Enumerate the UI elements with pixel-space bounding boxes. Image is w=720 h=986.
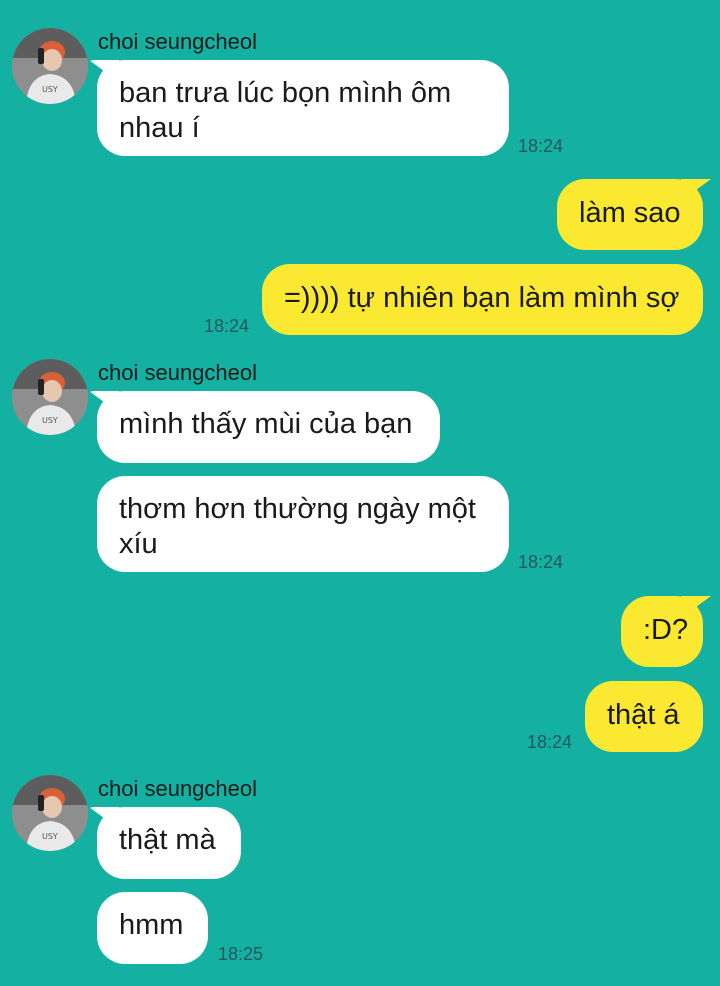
message-bubble-incoming[interactable]: ban trưa lúc bọn mình ôm nhau í xyxy=(97,60,509,156)
svg-text:USY: USY xyxy=(42,832,58,841)
contact-avatar[interactable]: USY xyxy=(12,28,88,104)
sender-name: choi seungcheol xyxy=(98,776,258,801)
message-bubble-incoming[interactable]: thơm hơn thường ngày một xíu xyxy=(97,476,509,572)
message-text: thật mà xyxy=(119,824,216,856)
avatar-photo-icon: USY xyxy=(12,359,88,435)
avatar-photo-icon: USY xyxy=(12,775,88,851)
message-text: =)))) tự nhiên bạn làm mình sợ xyxy=(284,282,680,314)
message-bubble-outgoing[interactable]: làm sao xyxy=(557,179,703,250)
message-bubble-incoming[interactable]: hmm xyxy=(97,892,208,964)
svg-text:USY: USY xyxy=(42,416,58,425)
contact-avatar[interactable]: USY xyxy=(12,359,88,435)
message-bubble-incoming[interactable]: thật mà xyxy=(97,807,241,879)
message-text: mình thấy mùi của bạn xyxy=(119,408,413,440)
sender-name: choi seungcheol xyxy=(98,29,258,54)
message-text: thật á xyxy=(607,699,680,731)
svg-text:USY: USY xyxy=(42,85,58,94)
avatar-photo-icon: USY xyxy=(12,28,88,104)
message-bubble-outgoing[interactable]: thật á xyxy=(585,681,703,752)
message-text: thơm hơn thường ngày một xíu xyxy=(119,493,476,560)
message-text: :D? xyxy=(643,614,689,646)
message-text: làm sao xyxy=(579,197,681,229)
message-bubble-outgoing[interactable]: =)))) tự nhiên bạn làm mình sợ xyxy=(262,264,703,335)
message-text: hmm xyxy=(119,909,184,941)
message-timestamp: 18:24 xyxy=(518,552,564,572)
message-text: ban trưa lúc bọn mình ôm nhau í xyxy=(119,77,452,144)
contact-avatar[interactable]: USY xyxy=(12,775,88,851)
sender-name: choi seungcheol xyxy=(98,360,258,385)
message-timestamp: 18:24 xyxy=(204,316,250,336)
message-timestamp: 18:24 xyxy=(518,136,564,156)
message-timestamp: 18:25 xyxy=(218,944,264,964)
message-bubble-outgoing[interactable]: :D? xyxy=(621,596,703,667)
message-timestamp: 18:24 xyxy=(527,732,573,752)
message-bubble-incoming[interactable]: mình thấy mùi của bạn xyxy=(97,391,440,463)
